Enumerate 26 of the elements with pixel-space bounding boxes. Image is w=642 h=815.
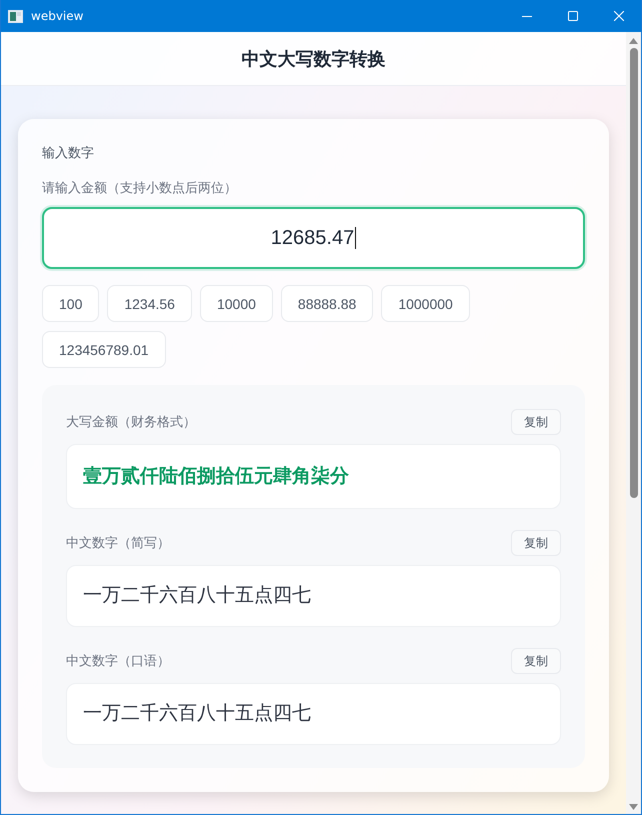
scroll-up-icon[interactable] bbox=[629, 38, 638, 44]
preset-amount-button[interactable]: 100 bbox=[42, 285, 100, 322]
scrollbar-thumb[interactable] bbox=[630, 48, 638, 498]
preset-amount-button[interactable]: 10000 bbox=[200, 285, 273, 322]
preset-amount-button[interactable]: 1000000 bbox=[381, 285, 470, 322]
result-text: 一万二千六百八十五点四七 bbox=[83, 584, 311, 608]
window-title: webview bbox=[31, 8, 84, 24]
copy-button[interactable]: 复制 bbox=[511, 648, 561, 674]
result-text: 一万二千六百八十五点四七 bbox=[83, 702, 311, 726]
scroll-down-icon[interactable] bbox=[629, 804, 638, 810]
result-text: 壹万贰仟陆佰捌拾伍元肆角柒分 bbox=[83, 464, 349, 488]
result-label: 中文数字（简写） bbox=[66, 534, 170, 552]
result-label: 大写金额（财务格式） bbox=[66, 413, 196, 431]
maximize-icon bbox=[568, 11, 578, 21]
copy-button[interactable]: 复制 bbox=[511, 409, 561, 435]
preset-amount-button[interactable]: 88888.88 bbox=[280, 285, 374, 322]
app-icon bbox=[8, 10, 23, 22]
preset-amount-button[interactable]: 123456789.01 bbox=[42, 331, 166, 368]
section-heading: 输入数字 bbox=[42, 144, 95, 162]
preset-amount-button[interactable]: 1234.56 bbox=[107, 285, 192, 322]
page-title: 中文大写数字转换 bbox=[242, 48, 386, 70]
amount-input[interactable]: 12685.47 bbox=[42, 207, 585, 269]
copy-button[interactable]: 复制 bbox=[511, 530, 561, 556]
close-icon bbox=[614, 11, 624, 21]
result-label: 中文数字（口语） bbox=[66, 652, 170, 670]
field-label: 请输入金额（支持小数点后两位） bbox=[42, 179, 238, 197]
